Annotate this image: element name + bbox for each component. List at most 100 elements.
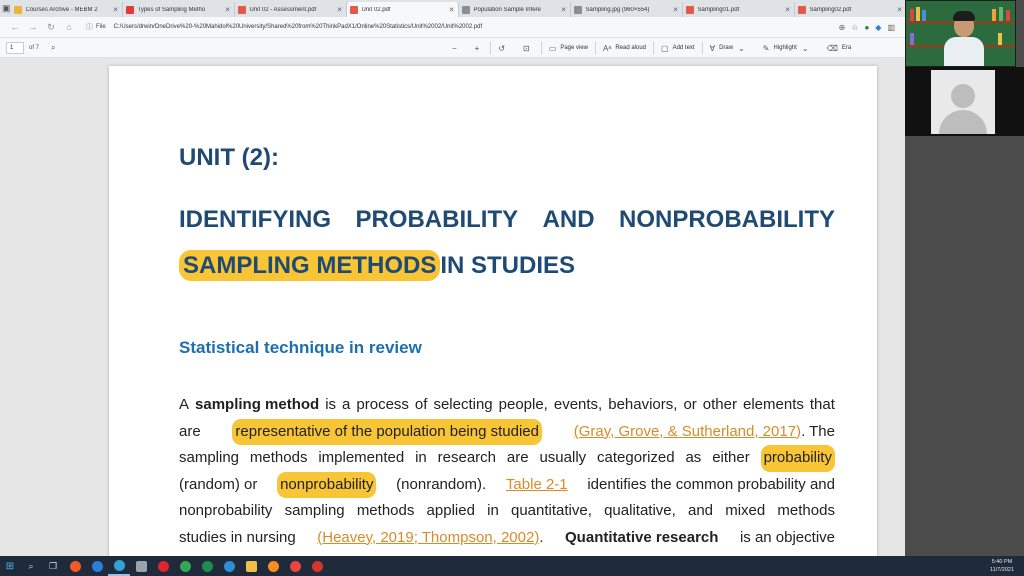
para-word: events, xyxy=(553,396,603,413)
tab-favicon-icon xyxy=(685,5,694,14)
taskbar-app-button[interactable] xyxy=(174,556,196,576)
draw-label: Draw xyxy=(719,45,734,51)
taskbar-app-button[interactable] xyxy=(86,556,108,576)
close-tab-icon[interactable]: ✕ xyxy=(561,6,567,14)
book xyxy=(922,10,926,21)
taskbar-app-button[interactable] xyxy=(262,556,284,576)
start-button[interactable]: ⊞ xyxy=(0,561,20,572)
browser-tab[interactable]: Types of Sampling Metho ✕ xyxy=(123,2,235,17)
extension-icon[interactable]: ● xyxy=(864,23,869,32)
taskbar-app-button[interactable] xyxy=(108,556,130,576)
url-field[interactable]: ⓘ File C:/Users/drwin/OneDrive%20-%20Mah… xyxy=(86,20,826,35)
collections-icon[interactable]: ▥ xyxy=(887,23,895,32)
taskbar-app-button[interactable] xyxy=(306,556,328,576)
taskbar-app-button[interactable] xyxy=(64,556,86,576)
tab-label: Sampling01.pdf xyxy=(697,6,740,13)
close-tab-icon[interactable]: ✕ xyxy=(673,6,679,14)
taskbar-app-button[interactable] xyxy=(196,556,218,576)
zoom-out-button[interactable]: − xyxy=(445,38,468,58)
browser-tab[interactable]: Unit 02 - Assessment.pdf ✕ xyxy=(235,2,347,17)
taskbar-app-button[interactable] xyxy=(130,556,152,576)
fit-page-button[interactable]: ⊡ xyxy=(516,38,541,58)
browser-tab[interactable]: Population Sample Infere ✕ xyxy=(459,2,571,17)
book xyxy=(992,9,996,21)
search-icon[interactable]: ⌕ xyxy=(51,43,55,53)
tab-label: Unit 02 - Assessment.pdf xyxy=(249,6,317,13)
taskbar-app-button[interactable] xyxy=(218,556,240,576)
browser-tab[interactable]: Courses Archive - MEBM 2 ✕ xyxy=(11,2,123,17)
extension-2-icon[interactable]: ◆ xyxy=(875,23,881,32)
rotate-button[interactable]: ↺ xyxy=(491,38,516,58)
tab-label: Population Sample Infere xyxy=(473,6,541,13)
title-word: NONPROBABILITY xyxy=(619,206,835,233)
close-tab-icon[interactable]: ✕ xyxy=(785,6,791,14)
book xyxy=(916,7,920,21)
draw-icon: ∀ xyxy=(709,43,716,53)
para-citation-group: (Gray, Grove, & Sutherland, 2017). The xyxy=(574,419,835,446)
para-highlight: probability xyxy=(760,445,835,472)
close-tab-icon[interactable]: ✕ xyxy=(449,6,455,14)
unit-heading: UNIT (2): xyxy=(179,144,279,171)
close-tab-icon[interactable]: ✕ xyxy=(337,6,343,14)
browser-tab[interactable]: Unit 02.pdf ✕ xyxy=(346,2,459,17)
address-bar: ← → ↻ ⌂ ⓘ File C:/Users/drwin/OneDrive%2… xyxy=(0,17,905,38)
back-icon[interactable]: ← xyxy=(6,22,24,32)
table-link[interactable]: Table 2-1 xyxy=(506,472,568,499)
para-word: quantitative, xyxy=(511,502,592,519)
task-view-icon: ❐ xyxy=(48,560,58,571)
draw-button[interactable]: ∀ Draw ⌄ xyxy=(703,38,756,58)
browser-tab[interactable]: Sampling.jpg (960×554) ✕ xyxy=(571,2,683,17)
tab-actions-icon[interactable]: ▣ xyxy=(2,0,11,17)
add-text-button[interactable]: ▢ Add text xyxy=(654,38,702,58)
paragraph-line: studies in nursing (Heavey, 2019; Thomps… xyxy=(179,525,835,552)
search-taskbar-button[interactable]: ⌕ xyxy=(20,556,42,576)
favorite-icon[interactable]: ☆ xyxy=(851,23,858,32)
paragraph-line: are representative of the population bei… xyxy=(179,418,835,446)
taskbar-app-button[interactable] xyxy=(284,556,306,576)
tab-favicon-icon xyxy=(237,5,246,14)
para-word: selecting xyxy=(433,396,493,413)
citation-link[interactable]: (Heavey, 2019; Thompson, 2002) xyxy=(317,529,539,546)
close-tab-icon[interactable]: ✕ xyxy=(113,6,119,14)
close-tab-icon[interactable]: ✕ xyxy=(897,6,903,14)
teams-icon xyxy=(223,560,235,572)
presenter-video xyxy=(905,0,1016,67)
taskbar-app-button[interactable] xyxy=(152,556,174,576)
zoom-in-button[interactable]: + xyxy=(468,38,491,58)
chevron-down-icon: ⌄ xyxy=(738,43,745,53)
browser-tab[interactable]: Sampling02.pdf ✕ xyxy=(795,2,907,17)
taskbar-app-button[interactable] xyxy=(240,556,262,576)
read-aloud-button[interactable]: Aᵃ Read aloud xyxy=(596,38,653,58)
erase-button[interactable]: ⌫ Era xyxy=(820,38,859,58)
close-tab-icon[interactable]: ✕ xyxy=(225,6,231,14)
browser-tab[interactable]: Sampling01.pdf ✕ xyxy=(683,2,795,17)
page-view-button[interactable]: ▭ Page view xyxy=(542,38,595,58)
task-view-button[interactable]: ❐ xyxy=(42,556,64,576)
home-icon[interactable]: ⌂ xyxy=(60,22,78,32)
add-text-icon: ▢ xyxy=(661,43,669,53)
refresh-icon[interactable]: ↻ xyxy=(42,22,60,33)
para-text: are xyxy=(179,422,201,440)
clock-date: 11/7/2021 xyxy=(989,567,1014,573)
zoom-icon[interactable]: ⊕ xyxy=(839,23,846,32)
citation-link[interactable]: (Gray, Grove, & Sutherland, 2017) xyxy=(574,423,801,440)
read-aloud-icon: Aᵃ xyxy=(603,43,612,53)
book xyxy=(1006,10,1010,21)
para-word: process xyxy=(356,396,409,413)
para-text: (nonrandom). xyxy=(396,475,487,493)
system-clock[interactable]: 5:40 PM 11/7/2021 xyxy=(990,558,1014,574)
highlight-button[interactable]: ✎ Highlight ⌄ xyxy=(756,38,820,58)
screen: ▣ Courses Archive - MEBM 2 ✕ Types of Samp… xyxy=(0,0,1024,576)
forward-icon[interactable]: → xyxy=(24,22,42,32)
para-word: categorized xyxy=(597,449,675,466)
tab-list: Courses Archive - MEBM 2 ✕ Types of Sampli… xyxy=(11,0,907,17)
highlight-icon: ✎ xyxy=(762,43,770,53)
opera-icon xyxy=(157,560,169,572)
fit-page-icon: ⊡ xyxy=(523,43,530,53)
eraser-icon: ⌫ xyxy=(826,43,838,53)
pdf-viewer[interactable]: UNIT (2): IDENTIFYING PROBABILITY AND NO… xyxy=(0,58,905,556)
page-number-input[interactable]: 1 xyxy=(6,41,24,54)
para-word: are xyxy=(506,449,529,466)
add-text-label: Add text xyxy=(672,45,695,51)
book xyxy=(910,9,914,21)
